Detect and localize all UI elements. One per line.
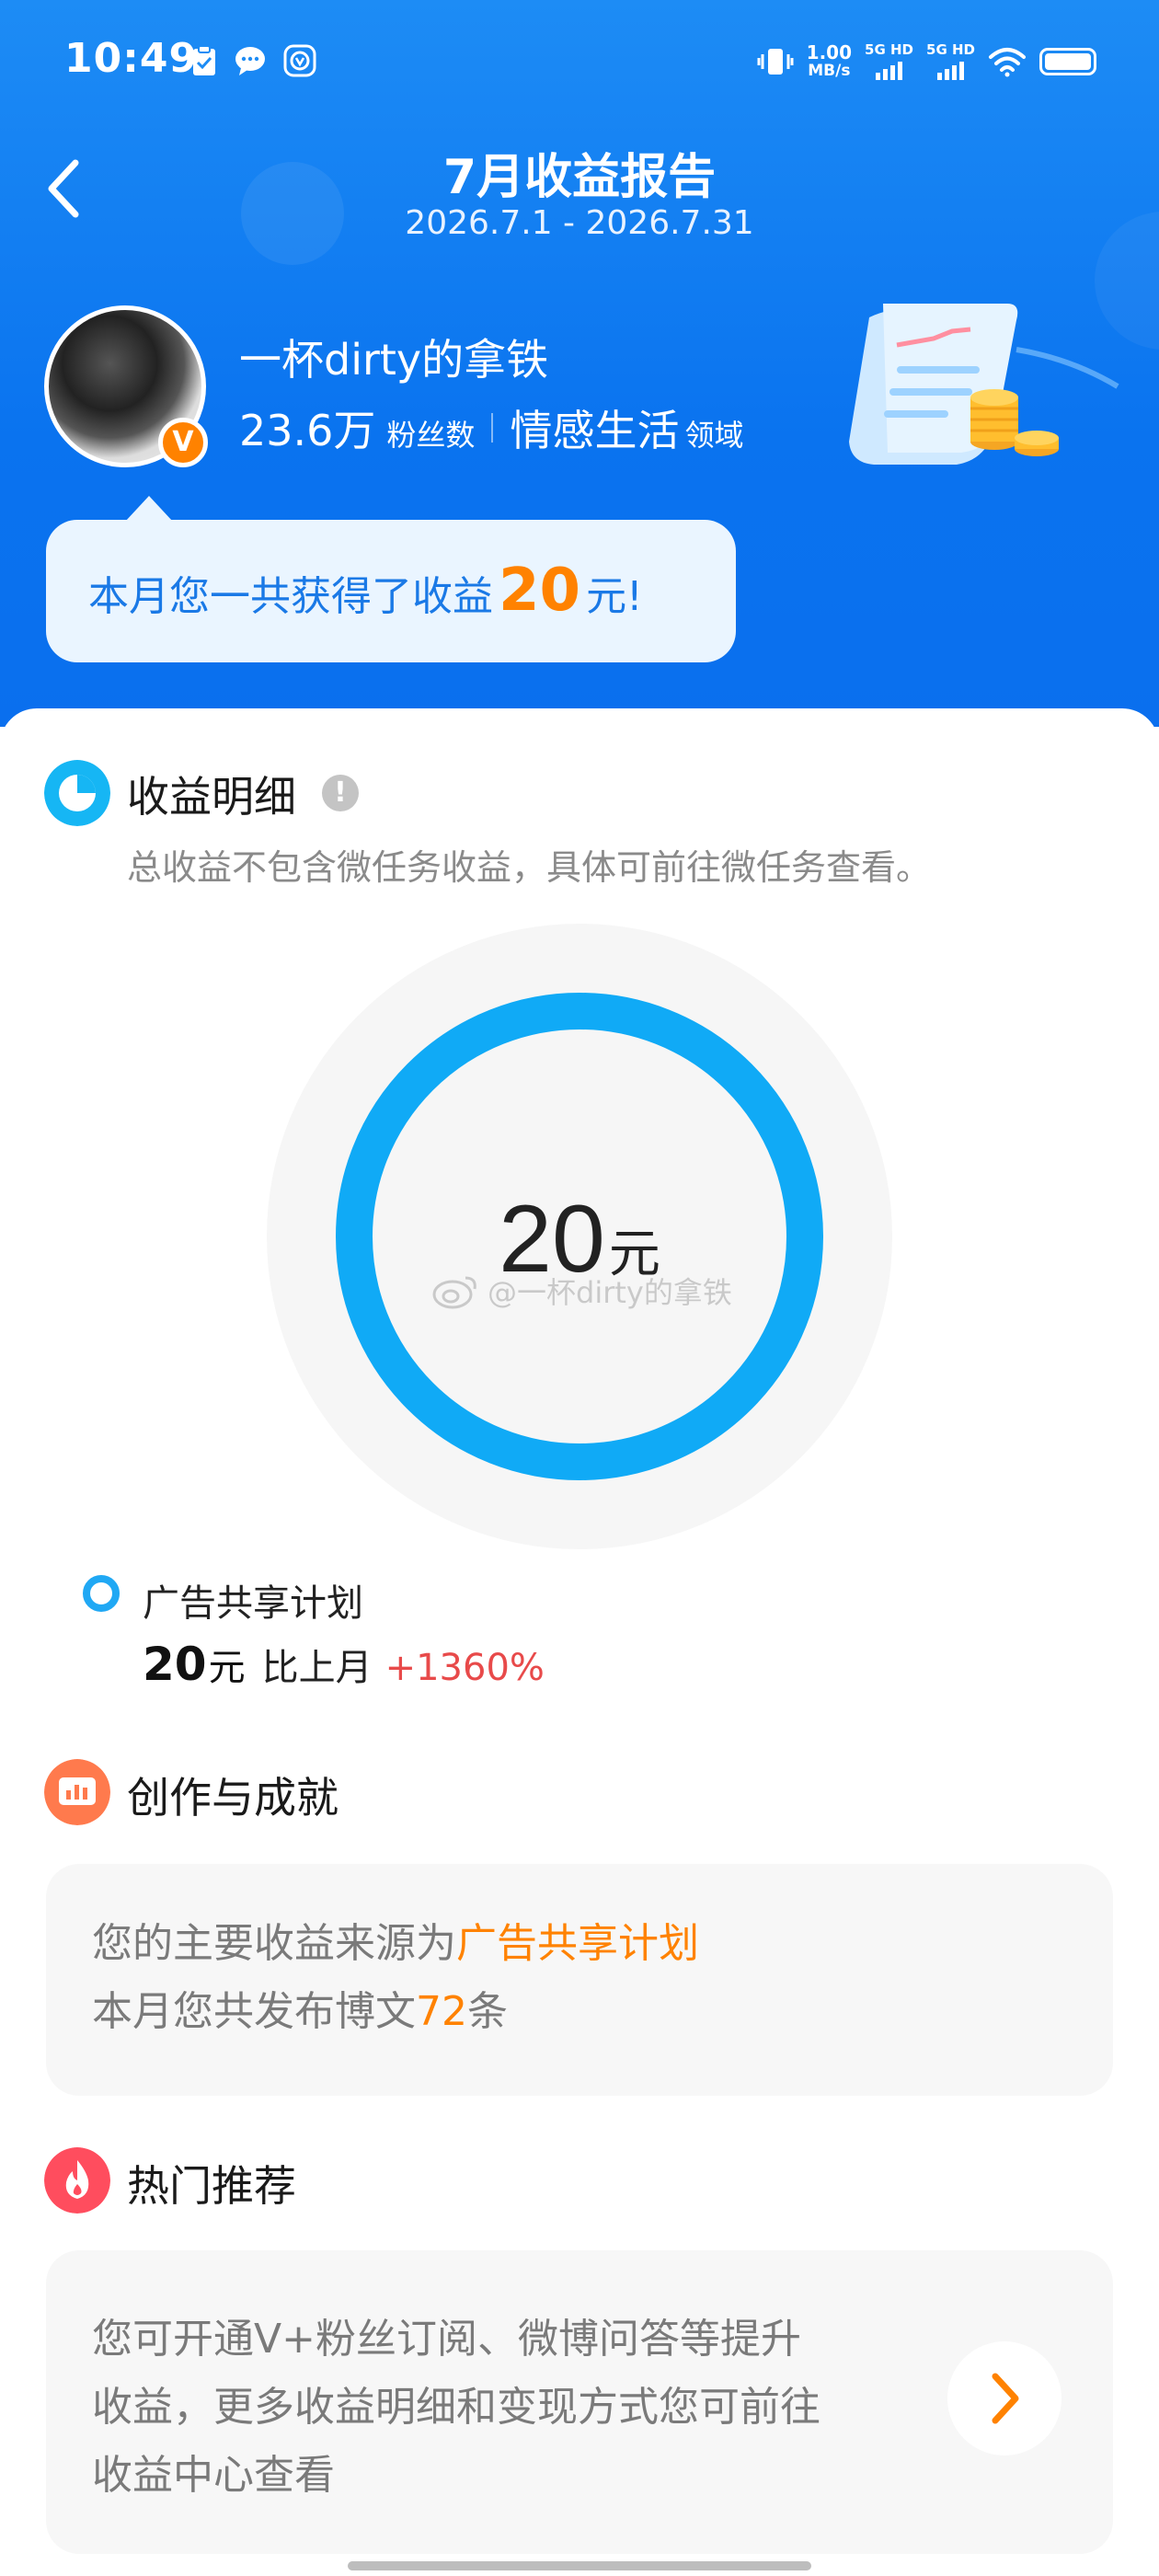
income-summary-bubble: 本月您一共获得了收益20 元! (46, 496, 736, 662)
legend-stats: 20 元 比上月 +1360% (143, 1638, 545, 1691)
pie-chart-icon (44, 760, 110, 826)
income-detail-title: 收益明细 (127, 772, 296, 822)
creation-income-source: 您的主要收益来源为广告共享计划 (92, 1910, 699, 1969)
receipt-coins-illustration (849, 304, 1119, 465)
hot-text-line: 您可开通V+粉丝订阅、微博问答等提升 (92, 2316, 801, 2363)
avatar[interactable]: V (44, 305, 208, 467)
weibo-logo-icon (432, 1276, 476, 1309)
domain-label: 领域 (684, 418, 744, 453)
bar-chart-icon (44, 1759, 110, 1825)
legend-change: +1360% (384, 1647, 545, 1689)
status-indicators: 1.00 MB/s 5G HD 5G HD (757, 39, 1096, 85)
signal-bars-icon (937, 60, 964, 80)
hot-text-line: 收益中心查看 (92, 2452, 335, 2499)
hot-text-line: 收益，更多收益明细和变现方式您可前往 (92, 2384, 820, 2431)
income-summary-prefix: 本月您一共获得了收益 (88, 573, 493, 620)
report-header: 10:49 1.00 MB/s 5G HD 5G HD 7月收益报告 2026.… (0, 0, 1159, 727)
income-detail-subtitle: 总收益不包含微任务收益，具体可前往微任务查看。 (127, 847, 932, 888)
creation-line2-suffix: 条 (467, 1988, 508, 2035)
legend-value: 20 (143, 1638, 207, 1691)
verified-badge-icon: V (158, 418, 208, 467)
sim2-label: 5G HD (926, 41, 975, 58)
vibrate-icon (757, 49, 794, 75)
domain-name: 情感生活 (510, 406, 680, 455)
profile-meta: 23.6万 粉丝数 情感生活 领域 (239, 397, 743, 458)
creation-title: 创作与成就 (127, 1773, 339, 1823)
info-icon[interactable]: ! (322, 775, 359, 811)
app-notification-icon (283, 44, 316, 77)
income-summary-amount: 20 (499, 557, 581, 625)
battery-icon (1039, 48, 1096, 75)
network-speed-value: 1.00 (806, 41, 853, 63)
creation-income-source-name: 广告共享计划 (456, 1920, 699, 1967)
chat-bubble-icon (235, 47, 265, 75)
wifi-icon (989, 48, 1026, 77)
sim1-label: 5G HD (865, 41, 914, 58)
signal-bars-icon (876, 60, 903, 80)
creation-card: 您的主要收益来源为广告共享计划 本月您共发布博文72条 (46, 1864, 1113, 2096)
creation-post-count: 本月您共发布博文72条 (92, 1978, 508, 2037)
username: 一杯dirty的拿铁 (239, 335, 549, 385)
status-time: 10:49 (64, 35, 199, 82)
flame-icon (44, 2147, 110, 2214)
income-donut-chart: 20元 (267, 924, 892, 1549)
clipboard-check-icon (193, 45, 215, 75)
status-bar: 10:49 1.00 MB/s 5G HD 5G HD (0, 0, 1159, 120)
network-speed-unit: MB/s (808, 62, 851, 80)
home-indicator[interactable] (348, 2561, 811, 2570)
fans-count: 23.6万 (239, 406, 376, 455)
legend-marker (83, 1575, 120, 1612)
report-period: 2026.7.1 - 2026.7.31 (405, 204, 754, 242)
go-income-center-button[interactable] (947, 2341, 1061, 2455)
creation-post-count-value: 72 (416, 1988, 467, 2035)
hot-title: 热门推荐 (127, 2161, 296, 2211)
legend-compare-label: 比上月 (261, 1647, 373, 1689)
legend-unit: 元 (208, 1647, 246, 1689)
income-summary-suffix: 元! (586, 573, 643, 620)
creation-line1-prefix: 您的主要收益来源为 (92, 1920, 456, 1967)
legend-name: 广告共享计划 (143, 1582, 363, 1625)
watermark-text: @一杯dirty的拿铁 (488, 1275, 732, 1310)
meta-divider (491, 413, 494, 443)
signal-sim1: 5G HD (865, 43, 913, 80)
income-summary-text: 本月您一共获得了收益20 元! (88, 557, 643, 625)
network-speed: 1.00 MB/s (807, 43, 852, 80)
fans-label: 粉丝数 (386, 418, 476, 453)
page-title: 7月收益报告 (442, 150, 717, 205)
watermark: @一杯dirty的拿铁 (432, 1270, 732, 1312)
signal-sim2: 5G HD (926, 43, 975, 80)
creation-line2-prefix: 本月您共发布博文 (92, 1988, 416, 2035)
